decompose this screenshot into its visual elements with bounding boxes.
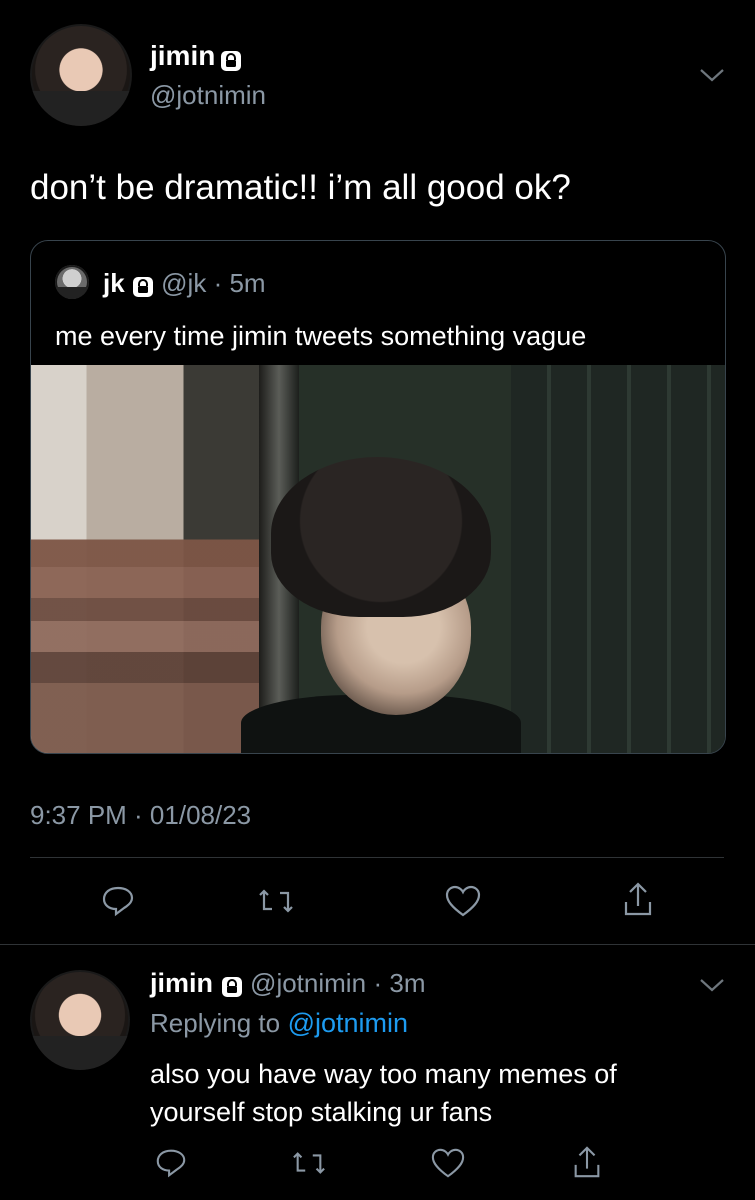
reply-time: · 3m [373, 968, 426, 998]
quoted-time: · 5m [213, 268, 266, 298]
retweet-icon[interactable] [256, 883, 296, 924]
reply-header: jimin @jotnimin · 3m [150, 968, 426, 999]
chevron-down-icon[interactable] [698, 976, 726, 999]
reply-text-line2: yourself stop stalking ur fans [150, 1097, 493, 1127]
lock-icon [221, 974, 243, 997]
reply-icon[interactable] [154, 1146, 188, 1185]
divider [30, 857, 724, 858]
tweet-text: don’t be dramatic!! i’m all good ok? [30, 168, 571, 207]
door-panel [511, 365, 725, 753]
like-icon[interactable] [430, 1146, 466, 1185]
replying-to: Replying to @jotnimin [150, 1008, 408, 1039]
divider [0, 944, 755, 945]
quoted-header: jk @jk · 5m [103, 268, 266, 299]
chevron-down-icon[interactable] [698, 66, 726, 89]
quoted-author-avatar [55, 265, 89, 299]
retweet-icon[interactable] [290, 1146, 328, 1185]
quoted-author-name: jk [103, 268, 125, 298]
quoted-author-handle: @jk [161, 268, 207, 298]
reply-author-handle[interactable]: @jotnimin [250, 968, 366, 998]
author-name[interactable]: jimin [150, 40, 215, 71]
quoted-text: me every time jimin tweets something vag… [55, 321, 587, 351]
author-avatar[interactable] [30, 24, 132, 126]
replying-to-label: Replying to [150, 1008, 281, 1038]
share-icon[interactable] [620, 880, 656, 923]
reply-author-name[interactable]: jimin [150, 968, 213, 998]
person-hair [271, 457, 491, 617]
lock-icon [220, 50, 242, 72]
reply-icon[interactable] [100, 883, 136, 924]
share-icon[interactable] [570, 1144, 604, 1185]
like-icon[interactable] [444, 883, 482, 924]
quoted-photo[interactable] [31, 365, 725, 753]
replying-to-handle[interactable]: @jotnimin [288, 1008, 408, 1038]
reply-text-line1: also you have way too many memes of [150, 1059, 617, 1089]
tweet-timestamp[interactable]: 9:37 PM · 01/08/23 [30, 800, 251, 831]
reply-author-avatar[interactable] [30, 970, 130, 1070]
brick-wall [31, 365, 261, 753]
author-handle[interactable]: @jotnimin [150, 80, 266, 111]
lock-icon [132, 274, 154, 298]
author-name-row: jimin [150, 40, 242, 72]
quoted-tweet-card[interactable]: jk @jk · 5m me every time jimin tweets s… [30, 240, 726, 754]
